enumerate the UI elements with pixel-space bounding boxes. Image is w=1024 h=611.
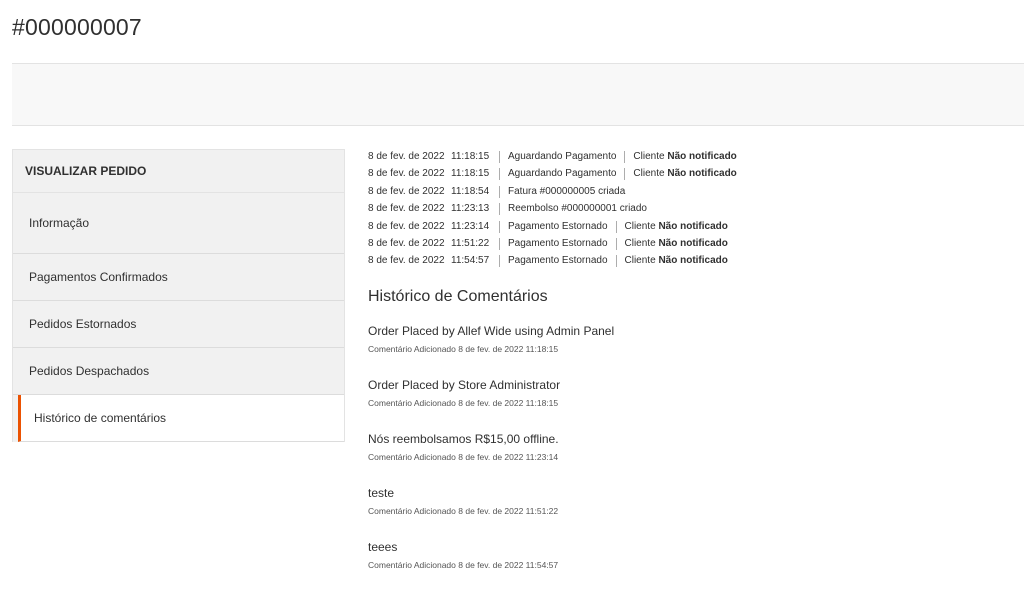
nav-item-invoices[interactable]: Pagamentos Confirmados [13, 254, 344, 301]
history-time: 11:23:13 [451, 203, 490, 215]
comment-meta: Comentário Adicionado 8 de fev. de 2022 … [368, 506, 559, 516]
history-date: 8 de fev. de 2022 [368, 220, 445, 232]
history-customer: Cliente [624, 255, 656, 267]
history-time: 11:51:22 [451, 237, 490, 249]
comment-meta: Comentário Adicionado 8 de fev. de 2022 … [368, 344, 559, 354]
history-date: 8 de fev. de 2022 [368, 237, 445, 249]
status-history-list: 8 de fev. de 2022 11:18:15 Aguardando Paga… [368, 148, 1008, 270]
history-notification: Cliente Não notificado [615, 255, 728, 268]
history-date: 8 de fev. de 2022 [368, 203, 445, 215]
history-row: 8 de fev. de 2022 11:18:15 Aguardando Paga… [368, 148, 1008, 165]
history-notification: Cliente Não notificado [624, 151, 737, 163]
nav-item-credit-memos[interactable]: Pedidos Estornados [13, 301, 344, 348]
history-status: Pagamento Estornado [499, 237, 616, 250]
history-time: 11:18:54 [451, 185, 490, 197]
history-notified: Não notificado [667, 151, 737, 162]
history-notified: Não notificado [658, 237, 728, 249]
comment-item: Order Placed by Store Administrator Come… [368, 377, 1008, 431]
history-time: 11:23:14 [451, 220, 490, 232]
nav-item-shipments[interactable]: Pedidos Despachados [13, 348, 344, 395]
comment-text: Nós reembolsamos R$15,00 offline. [368, 432, 559, 446]
nav-item-information[interactable]: Informação [13, 193, 344, 254]
history-date: 8 de fev. de 2022 [368, 255, 445, 267]
history-customer: Cliente [624, 237, 656, 249]
comment-meta: Comentário Adicionado 8 de fev. de 2022 … [368, 452, 559, 462]
history-row: 8 de fev. de 2022 11:54:57 Pagamento Estor… [368, 252, 1008, 269]
comments-list: Order Placed by Allef Wide using Admin P… [368, 323, 1008, 593]
history-notification: Cliente Não notificado [615, 220, 728, 233]
history-notification: Cliente Não notificado [624, 168, 737, 181]
history-customer: Cliente [633, 151, 665, 162]
history-status: Pagamento Estornado [499, 220, 616, 233]
history-row: 8 de fev. de 2022 11:23:13 Reembolso #0000… [368, 200, 1008, 217]
history-status: Fatura #000000005 criada [499, 185, 633, 198]
history-row: 8 de fev. de 2022 11:18:15 Aguardando Paga… [368, 165, 1008, 182]
history-status: Aguardando Pagamento [499, 151, 624, 163]
history-notified: Não notificado [667, 168, 737, 180]
comment-text: Order Placed by Allef Wide using Admin P… [368, 324, 615, 338]
history-date: 8 de fev. de 2022 [368, 151, 445, 162]
history-row: 8 de fev. de 2022 11:51:22 Pagamento Estor… [368, 235, 1008, 252]
comments-history-panel: 8 de fev. de 2022 11:18:15 Aguardando Paga… [368, 148, 1008, 570]
comment-item: Order Placed by Allef Wide using Admin P… [368, 323, 1008, 377]
history-date: 8 de fev. de 2022 [368, 185, 445, 197]
history-time: 11:18:15 [451, 151, 490, 162]
page-title: #000000007 [12, 14, 142, 40]
history-notification: Cliente Não notificado [615, 237, 728, 250]
history-time: 11:54:57 [451, 255, 490, 267]
history-notified: Não notificado [658, 220, 728, 232]
comment-item: teste Comentário Adicionado 8 de fev. de… [368, 485, 1008, 539]
history-status: Reembolso #000000001 criado [499, 203, 655, 216]
history-customer: Cliente [633, 168, 665, 180]
comment-text: Order Placed by Store Administrator [368, 378, 561, 392]
comment-meta: Comentário Adicionado 8 de fev. de 2022 … [368, 398, 559, 408]
history-row: 8 de fev. de 2022 11:23:14 Pagamento Estor… [368, 218, 1008, 235]
comment-text: teste [368, 486, 395, 500]
order-view-nav: VISUALIZAR PEDIDO Informação Pagamentos … [12, 149, 345, 442]
page-actions-bar [12, 63, 1024, 126]
history-status: Aguardando Pagamento [499, 168, 624, 181]
comment-item: teees Comentário Adicionado 8 de fev. de… [368, 539, 1008, 593]
comment-item: Nós reembolsamos R$15,00 offline. Coment… [368, 431, 1008, 485]
history-customer: Cliente [624, 220, 656, 232]
history-status: Pagamento Estornado [499, 255, 616, 268]
comments-section-title: Histórico de Comentários [368, 288, 548, 305]
history-row: 8 de fev. de 2022 11:18:54 Fatura #0000000… [368, 183, 1008, 200]
history-notified: Não notificado [658, 255, 728, 267]
order-view-nav-title: VISUALIZAR PEDIDO [13, 150, 344, 193]
history-time: 11:18:15 [451, 168, 490, 180]
history-date: 8 de fev. de 2022 [368, 168, 445, 180]
nav-item-comments-history[interactable]: Histórico de comentários [18, 395, 344, 442]
comment-text: teees [368, 540, 398, 554]
comment-meta: Comentário Adicionado 8 de fev. de 2022 … [368, 560, 559, 570]
